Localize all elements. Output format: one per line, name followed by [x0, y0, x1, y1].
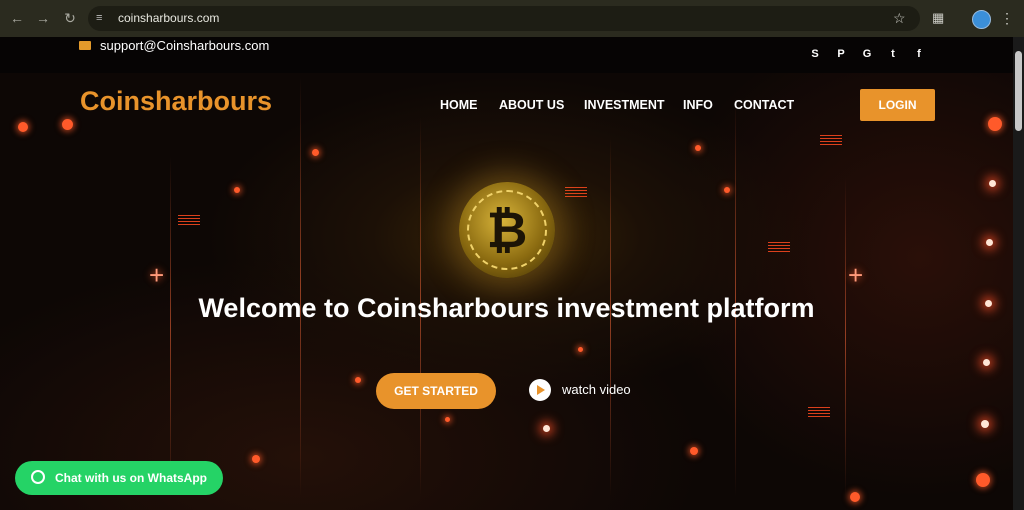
glow-dot	[988, 117, 1002, 131]
more-menu-icon[interactable]: ⋮	[1000, 8, 1014, 28]
nav-home[interactable]: HOME	[440, 97, 478, 113]
play-video-icon[interactable]	[529, 379, 551, 401]
get-started-button[interactable]: GET STARTED	[376, 373, 496, 409]
page-scrollbar[interactable]	[1013, 37, 1024, 510]
nav-about-us[interactable]: ABOUT US	[499, 97, 564, 113]
scrollbar-thumb[interactable]	[1015, 51, 1022, 131]
glow-dot	[62, 119, 73, 130]
glow-dot	[312, 149, 319, 156]
glow-dot	[981, 420, 989, 428]
code-glyphs	[768, 242, 790, 252]
site-info-icon[interactable]: ≡	[96, 12, 108, 24]
support-email[interactable]: support@Coinsharbours.com	[100, 38, 269, 54]
light-line	[170, 157, 171, 497]
glow-dot	[578, 347, 583, 352]
profile-avatar[interactable]	[972, 10, 991, 29]
facebook-icon[interactable]: f	[913, 48, 925, 60]
glow-dot	[989, 180, 996, 187]
address-bar[interactable]: ≡ coinsharbours.com	[88, 6, 920, 31]
nav-contact[interactable]: CONTACT	[734, 97, 794, 113]
hero-headline: Welcome to Coinsharbours investment plat…	[198, 293, 815, 323]
glow-dot	[445, 417, 450, 422]
top-contact-bar: support@Coinsharbours.com S P G t f	[0, 37, 1013, 73]
glow-dot	[986, 239, 993, 246]
code-glyphs	[565, 187, 587, 197]
light-line	[845, 177, 846, 497]
code-glyphs	[808, 407, 830, 417]
sparkle-cross: +	[848, 260, 864, 290]
browser-toolbar: ← → ↻ ≡ coinsharbours.com ☆ ▦ ⋮	[0, 0, 1024, 37]
forward-icon[interactable]: →	[33, 8, 53, 28]
reload-icon[interactable]: ↻	[60, 8, 80, 28]
whatsapp-label: Chat with us on WhatsApp	[55, 471, 207, 485]
glow-dot	[724, 187, 730, 193]
glow-dot	[690, 447, 698, 455]
glow-dot	[983, 359, 990, 366]
login-button[interactable]: LOGIN	[860, 89, 935, 121]
bitcoin-coin-image: ₿	[459, 182, 555, 278]
whatsapp-chat-button[interactable]: Chat with us on WhatsApp	[15, 461, 223, 495]
code-glyphs	[178, 215, 200, 225]
nav-investment[interactable]: INVESTMENT	[584, 97, 665, 113]
brand-logo[interactable]: Coinsharbours	[80, 85, 272, 117]
pinterest-icon[interactable]: P	[835, 48, 847, 60]
nav-info[interactable]: INFO	[683, 97, 713, 113]
bitcoin-symbol: ₿	[486, 202, 528, 258]
envelope-icon	[79, 41, 91, 50]
glow-dot	[543, 425, 550, 432]
glow-dot	[355, 377, 361, 383]
skype-icon[interactable]: S	[809, 48, 821, 60]
glow-dot	[18, 122, 28, 132]
whatsapp-icon	[31, 470, 45, 484]
bookmark-star-icon[interactable]: ☆	[893, 8, 906, 28]
glow-dot	[976, 473, 990, 487]
code-glyphs	[820, 135, 842, 145]
watch-video-link[interactable]: watch video	[562, 382, 631, 398]
sparkle-cross: +	[149, 260, 165, 290]
glow-dot	[234, 187, 240, 193]
extensions-icon[interactable]: ▦	[932, 9, 944, 27]
url-text[interactable]: coinsharbours.com	[118, 10, 219, 27]
hero-section: + + support@Coinsharbours.com S P G t f …	[0, 37, 1013, 510]
glow-dot	[695, 145, 701, 151]
glow-dot	[252, 455, 260, 463]
twitter-icon[interactable]: t	[887, 48, 899, 60]
google-icon[interactable]: G	[861, 48, 873, 60]
light-line	[300, 77, 301, 497]
back-icon[interactable]: ←	[7, 8, 27, 28]
glow-dot	[850, 492, 860, 502]
